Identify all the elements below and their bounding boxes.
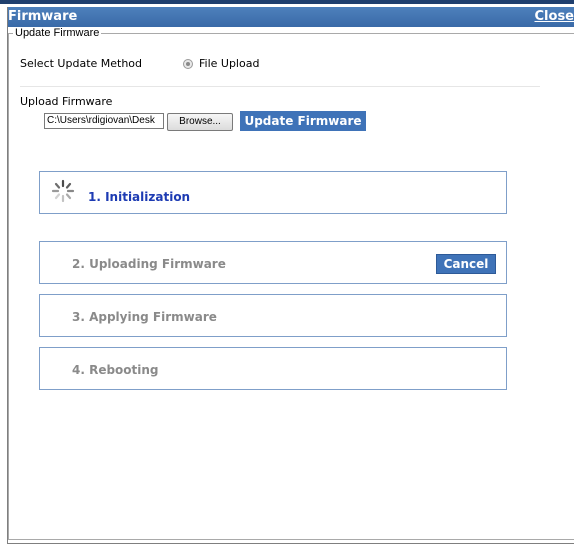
firmware-dialog: Firmware Close Update Firmware Select Up…: [7, 7, 574, 544]
dialog-title: Firmware: [8, 9, 78, 24]
update-firmware-button[interactable]: Update Firmware: [240, 111, 366, 131]
fieldset-legend: Update Firmware: [13, 27, 102, 39]
browse-button[interactable]: Browse...: [167, 113, 233, 131]
file-path-input[interactable]: C:\Users\rdigiovan\Desk: [44, 113, 164, 129]
spinner-icon: [51, 179, 75, 203]
step-label: 2. Uploading Firmware: [72, 257, 226, 271]
step-label: 1. Initialization: [88, 190, 191, 204]
radio-selected-icon[interactable]: [183, 59, 193, 69]
cancel-button[interactable]: Cancel: [436, 254, 496, 274]
separator: [20, 86, 540, 87]
update-firmware-fieldset: Update Firmware Select Update Method Fil…: [8, 27, 574, 540]
close-link[interactable]: Close: [535, 9, 574, 24]
file-upload-option-label[interactable]: File Upload: [199, 57, 259, 70]
step-label: 4. Rebooting: [72, 363, 159, 377]
upload-firmware-label: Upload Firmware: [20, 95, 113, 108]
step-applying: 3. Applying Firmware: [39, 294, 507, 337]
step-label: 3. Applying Firmware: [72, 310, 217, 324]
dialog-titlebar: Firmware Close: [8, 7, 574, 27]
step-initialization: 1. Initialization: [39, 171, 507, 214]
method-label: Select Update Method: [20, 57, 143, 70]
step-rebooting: 4. Rebooting: [39, 347, 507, 390]
step-uploading: 2. Uploading Firmware Cancel: [39, 241, 507, 284]
